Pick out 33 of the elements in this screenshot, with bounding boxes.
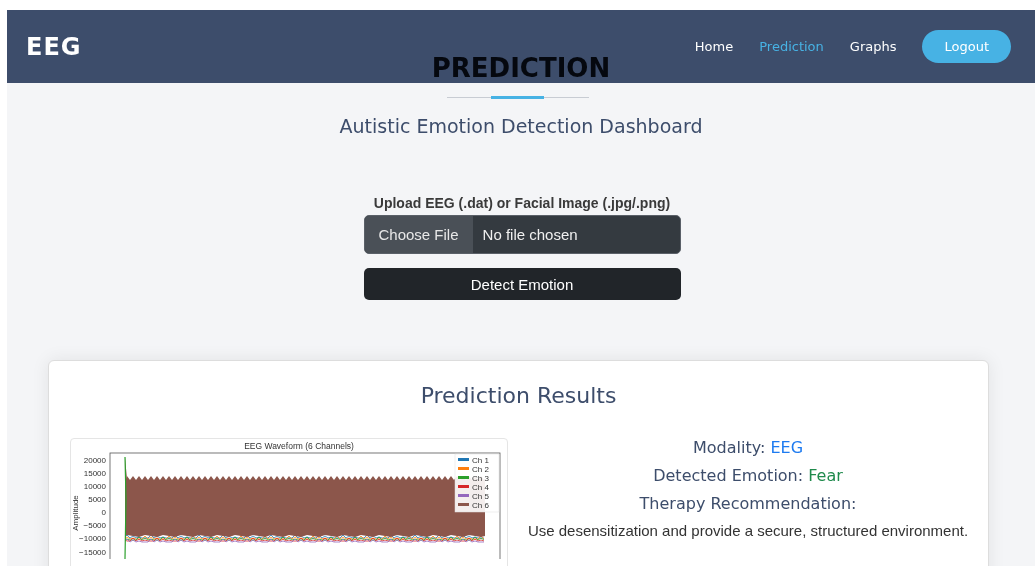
legend-label: Ch 2	[472, 464, 489, 474]
y-tick-label: 10000	[83, 482, 106, 491]
y-axis-label: Amplitude	[71, 495, 80, 531]
nav-link[interactable]: Prediction	[759, 39, 824, 54]
therapy-heading: Therapy Recommendation:	[639, 494, 857, 513]
results-title: Prediction Results	[419, 383, 618, 408]
choose-file-button[interactable]: Choose File	[364, 216, 473, 253]
therapy-text: Use desensitization and provide a secure, structured environment.	[527, 522, 969, 539]
legend-background	[454, 453, 500, 513]
legend-label: Ch 6	[472, 500, 489, 510]
detect-emotion-button[interactable]: Detect Emotion	[363, 268, 681, 300]
y-tick-label: 0	[101, 508, 106, 518]
nav-link[interactable]: Graphs	[849, 39, 897, 54]
y-tick-label: 5000	[88, 495, 106, 505]
y-tick-label: −10000	[79, 534, 106, 544]
page-title: PREDICTION	[430, 53, 612, 83]
legend-label: Ch 1	[472, 455, 489, 465]
y-tick-label: −5000	[83, 521, 106, 531]
y-tick-label: 20000	[83, 455, 106, 465]
brand-logo[interactable]: EEG	[26, 32, 82, 61]
file-input[interactable]: Choose File No file chosen	[363, 215, 681, 254]
y-tick-label: 15000	[83, 468, 106, 478]
nav-link[interactable]: Home	[694, 39, 734, 54]
modality-text: Modality: EEG	[692, 438, 804, 457]
plot-title: EEG Waveform (6 Channels)	[244, 441, 354, 451]
legend-label: Ch 3	[472, 473, 489, 483]
legend-label: Ch 5	[472, 491, 489, 501]
file-status: No file chosen	[481, 226, 578, 243]
emotion-text: Detected Emotion: Fear	[653, 466, 843, 485]
legend-label: Ch 4	[472, 482, 489, 492]
dashboard-subtitle: Autistic Emotion Detection Dashboard	[338, 115, 704, 137]
y-tick-label: −15000	[79, 547, 106, 557]
upload-label: Upload EEG (.dat) or Facial Image (.jpg/.png)	[372, 195, 672, 211]
